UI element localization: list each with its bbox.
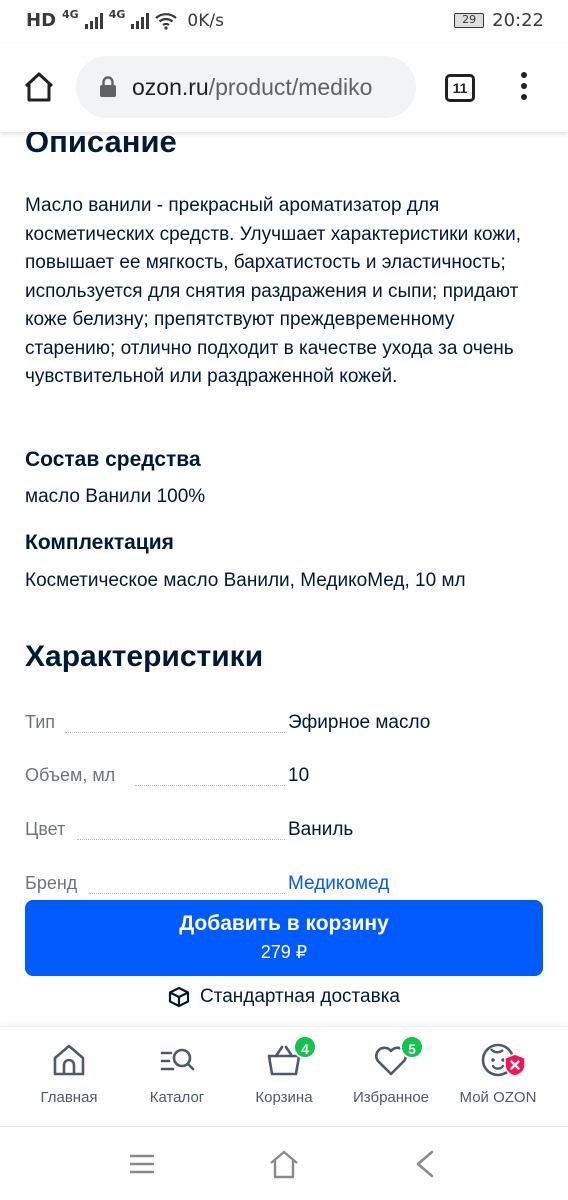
status-bar: HD 4G 4G 0K/s 29 20:22	[0, 0, 568, 44]
menu-icon[interactable]	[125, 1147, 159, 1181]
nav-home[interactable]: Главная	[14, 1041, 124, 1106]
tabs-icon[interactable]: 11	[445, 74, 475, 102]
clock: 20:22	[492, 10, 544, 31]
alert-shield-icon	[504, 1053, 526, 1077]
catalog-search-icon	[160, 1048, 195, 1071]
description-title: Описание	[25, 132, 177, 159]
heart-icon-wrap: 5	[372, 1035, 424, 1079]
char-value: 10	[288, 765, 310, 786]
brand-link[interactable]: Медикомед	[288, 873, 389, 895]
signal-icon	[84, 12, 103, 29]
nav-favorites-label: Избранное	[352, 1089, 430, 1106]
browser-toolbar: ozon.ru/product/mediko 11	[0, 44, 568, 132]
url-host: ozon.ru	[132, 73, 209, 100]
more-vert-icon[interactable]	[517, 72, 531, 104]
favorites-badge: 5	[400, 1035, 424, 1059]
nav-favorites[interactable]: 5 Избранное	[336, 1035, 446, 1106]
product-price: 279 ₽	[260, 942, 308, 962]
system-home-icon[interactable]	[267, 1147, 301, 1181]
add-to-cart-button[interactable]: Добавить в корзину 279 ₽	[25, 900, 543, 976]
status-left: HD 4G 4G 0K/s	[26, 8, 224, 31]
add-to-cart-label: Добавить в корзину	[179, 912, 389, 935]
url-text: ozon.ru/product/mediko	[132, 74, 372, 101]
cart-badge: 4	[293, 1035, 317, 1059]
network-type-2: 4G	[108, 8, 126, 21]
nav-cart-label: Корзина	[255, 1089, 313, 1106]
back-icon[interactable]	[408, 1147, 442, 1181]
nav-catalog[interactable]: Каталог	[122, 1041, 232, 1106]
url-bar[interactable]: ozon.ru/product/mediko	[76, 56, 416, 118]
delivery-text: Стандартная доставка	[199, 986, 400, 1007]
char-value: Эфирное масло	[288, 712, 431, 733]
nav-home-label: Главная	[40, 1089, 98, 1106]
system-nav-bar	[0, 1126, 568, 1200]
wifi-icon	[155, 12, 178, 30]
char-row-volume: Объем, мл 10	[25, 765, 545, 795]
char-key: Объем, мл	[25, 765, 120, 786]
kit-text: Косметическое масло Ванили, МедикоМед, 1…	[25, 570, 466, 591]
char-value: Ваниль	[288, 819, 354, 840]
status-right: 29 20:22	[454, 10, 544, 31]
nav-cart[interactable]: 4 Корзина	[229, 1035, 339, 1106]
characteristics-title: Характеристики	[25, 640, 264, 673]
char-row-color: Цвет Ваниль	[25, 819, 545, 849]
battery-icon: 29	[454, 13, 485, 28]
char-row-type: Тип Эфирное масло	[25, 712, 545, 742]
network-type-1: 4G	[62, 8, 79, 21]
char-key: Цвет	[25, 819, 70, 840]
char-row-brand: Бренд Медикомед	[25, 873, 545, 900]
product-content: Описание Масло ванили - прекрасный арома…	[0, 132, 568, 900]
box-icon	[168, 986, 190, 1008]
nav-catalog-label: Каталог	[149, 1089, 205, 1106]
face-icon-wrap	[479, 1041, 526, 1079]
delivery-info: Стандартная доставка	[0, 986, 568, 1008]
nav-profile[interactable]: Мой OZON	[443, 1041, 553, 1106]
composition-title: Состав средства	[25, 448, 201, 471]
network-speed: 0K/s	[187, 10, 224, 31]
hd-indicator: HD	[26, 10, 57, 31]
basket-icon-wrap: 4	[265, 1035, 317, 1079]
signal-icon-2	[131, 12, 150, 29]
nav-profile-label: Мой OZON	[459, 1089, 537, 1106]
home-icon[interactable]	[22, 70, 56, 104]
url-path: /product/mediko	[208, 73, 373, 100]
char-key: Бренд	[25, 873, 82, 894]
char-key: Тип	[25, 712, 60, 733]
composition-text: масло Ванили 100%	[25, 486, 206, 507]
home-icon	[53, 1044, 85, 1076]
bottom-nav: Главная Каталог 4 Корзина 5 Избранное Мо…	[0, 1026, 568, 1124]
description-text: Масло ванили - прекрасный ароматизатор д…	[25, 195, 521, 387]
kit-title: Комплектация	[25, 531, 174, 554]
lock-icon	[100, 76, 116, 97]
